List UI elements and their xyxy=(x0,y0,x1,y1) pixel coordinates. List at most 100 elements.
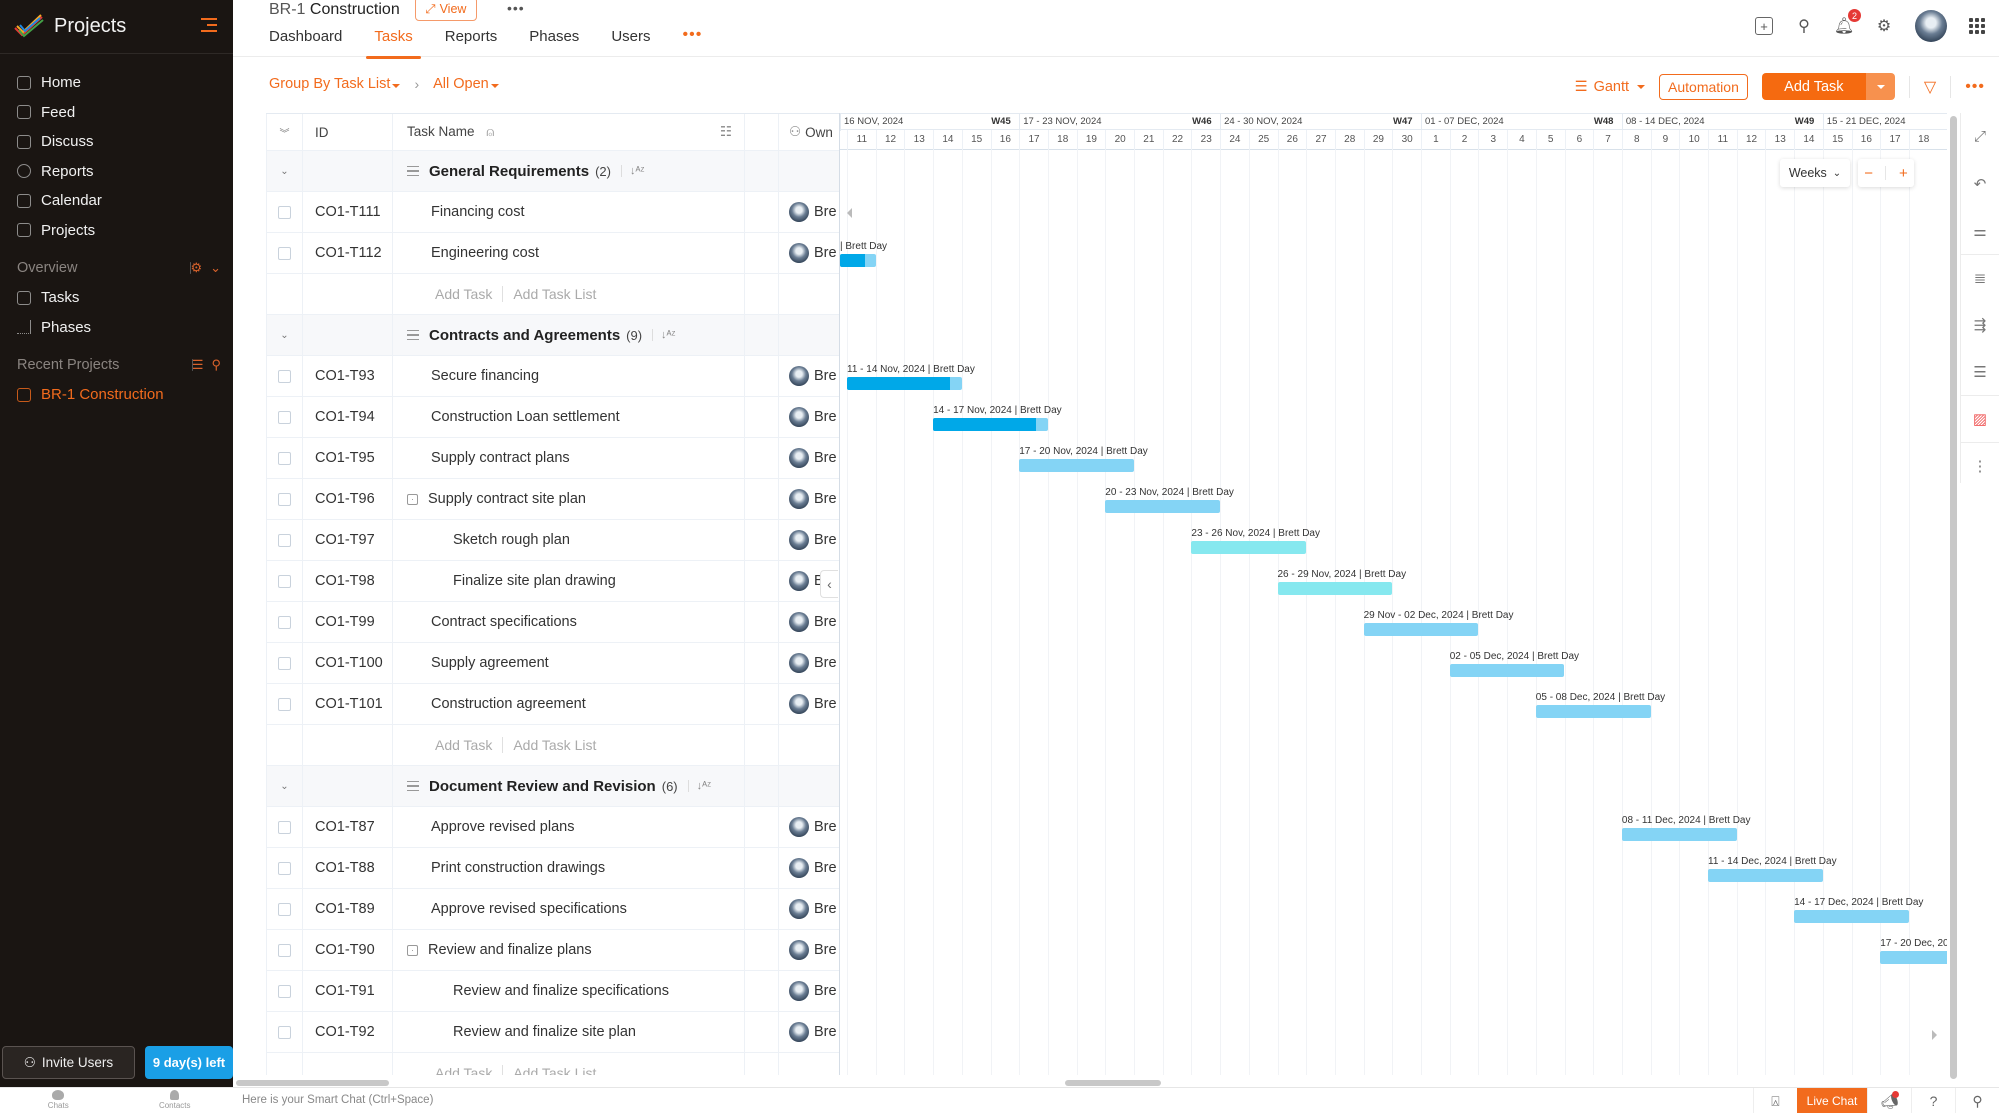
nav-discuss[interactable]: Discuss xyxy=(0,127,233,157)
nav-feed[interactable]: Feed xyxy=(0,98,233,128)
sort-az-icon[interactable]: ↓ᴬᶻ xyxy=(620,165,644,177)
owner-cell[interactable]: Bre xyxy=(779,397,839,437)
gantt-task-bar[interactable] xyxy=(1019,459,1134,472)
task-name[interactable]: Review and finalize plans xyxy=(428,942,592,958)
owner-cell[interactable]: Bre xyxy=(779,848,839,888)
task-list-group-row[interactable]: ⌄ Document Review and Revision (6) ↓ᴬᶻ xyxy=(266,766,839,807)
row-checkbox[interactable] xyxy=(278,205,291,219)
expand-subtasks-icon[interactable]: · xyxy=(407,493,418,505)
vertical-scrollbar[interactable] xyxy=(1950,116,1957,1079)
view-button[interactable]: ⤢ View xyxy=(415,0,477,21)
owner-cell[interactable]: Bre xyxy=(779,602,839,642)
gantt-task-bar[interactable] xyxy=(1277,582,1393,595)
row-checkbox[interactable] xyxy=(278,369,291,383)
row-checkbox[interactable] xyxy=(278,656,291,670)
task-name[interactable]: Review and finalize specifications xyxy=(453,983,669,999)
today-calendar-icon[interactable]: ▨ xyxy=(1961,395,1999,442)
gantt-task-bar[interactable] xyxy=(1535,705,1651,718)
task-name[interactable]: Financing cost xyxy=(431,204,525,220)
gantt-task-bar[interactable] xyxy=(933,418,1048,431)
tab-reports[interactable]: Reports xyxy=(445,28,498,57)
row-checkbox[interactable] xyxy=(278,574,291,588)
search-icon[interactable]: ⚲ xyxy=(1795,17,1813,35)
owner-cell[interactable]: Bre xyxy=(779,233,839,273)
table-row[interactable]: CO1-T101 Construction agreement Bre xyxy=(266,684,839,725)
table-row[interactable]: CO1-T100 Supply agreement Bre xyxy=(266,643,839,684)
add-task-list-link[interactable]: Add Task List xyxy=(513,286,596,302)
gantt-task-bar[interactable] xyxy=(847,377,962,390)
owner-cell[interactable]: Bre xyxy=(779,1012,839,1052)
row-checkbox[interactable] xyxy=(278,410,291,424)
automation-button[interactable]: Automation xyxy=(1659,73,1748,100)
task-name[interactable]: Construction Loan settlement xyxy=(431,409,620,425)
chevron-down-icon[interactable]: ⌄ xyxy=(210,260,221,276)
task-list-group-row[interactable]: ⌄ General Requirements (2) ↓ᴬᶻ xyxy=(266,151,839,192)
gantt-task-bar[interactable] xyxy=(1363,623,1479,636)
column-header-owner[interactable]: ⚇ Own xyxy=(779,114,839,150)
row-checkbox[interactable] xyxy=(278,1025,291,1039)
nav-reports[interactable]: Reports xyxy=(0,157,233,187)
group-by-dropdown[interactable]: Group By Task List xyxy=(269,76,401,92)
filter-sliders-icon[interactable]: ☰ xyxy=(192,357,204,373)
view-mode-dropdown[interactable]: ☰ Gantt xyxy=(1575,79,1646,95)
timescale-dropdown[interactable]: Weeks ⌄ xyxy=(1780,159,1850,187)
gantt-task-bar[interactable] xyxy=(1105,500,1221,513)
task-name[interactable]: Approve revised plans xyxy=(431,819,574,835)
row-checkbox[interactable] xyxy=(278,492,291,506)
owner-cell[interactable]: Bre xyxy=(779,930,839,970)
row-checkbox[interactable] xyxy=(278,533,291,547)
settings-sliders-icon[interactable]: ⚌ xyxy=(1961,207,1999,254)
task-name[interactable]: Finalize site plan drawing xyxy=(453,573,616,589)
owner-cell[interactable]: Bre xyxy=(779,971,839,1011)
add-task-list-link[interactable]: Add Task List xyxy=(513,737,596,753)
table-row[interactable]: CO1-T91 Review and finalize specificatio… xyxy=(266,971,839,1012)
task-name[interactable]: Contract specifications xyxy=(431,614,577,630)
row-checkbox[interactable] xyxy=(278,943,291,957)
task-name[interactable]: Approve revised specifications xyxy=(431,901,627,917)
group-name[interactable]: General Requirements xyxy=(429,163,589,180)
gantt-task-bar[interactable] xyxy=(1621,828,1737,841)
row-checkbox[interactable] xyxy=(278,820,291,834)
owner-cell[interactable]: Bre xyxy=(779,438,839,478)
owner-cell[interactable]: Bre xyxy=(779,479,839,519)
owner-cell[interactable]: Bre xyxy=(779,643,839,683)
collapse-all-icon[interactable]: ︾ xyxy=(266,114,303,150)
owner-cell[interactable]: Bre xyxy=(779,520,839,560)
table-row[interactable]: CO1-T94 Construction Loan settlement Bre xyxy=(266,397,839,438)
quick-add-icon[interactable]: + xyxy=(1755,17,1773,35)
task-name[interactable]: Construction agreement xyxy=(431,696,586,712)
table-row[interactable]: CO1-T111 Financing cost Bre xyxy=(266,192,839,233)
table-row[interactable]: CO1-T88 Print construction drawings Bre xyxy=(266,848,839,889)
trial-days-left-button[interactable]: 9 day(s) left xyxy=(145,1046,233,1079)
scroll-right-arrow-icon[interactable] xyxy=(1932,1030,1937,1040)
column-header-task-name[interactable]: Task Name ⍝ ☷ xyxy=(393,114,745,150)
add-task-button[interactable]: Add Task xyxy=(1761,73,1866,100)
gantt-task-bar[interactable] xyxy=(840,254,876,267)
tab-tasks[interactable]: Tasks xyxy=(366,28,422,59)
project-more-icon[interactable]: ••• xyxy=(507,0,525,16)
gantt-task-bar[interactable] xyxy=(1708,869,1823,882)
filter-icon[interactable]: ▽ xyxy=(1924,77,1936,97)
table-row[interactable]: CO1-T89 Approve revised specifications B… xyxy=(266,889,839,930)
task-name[interactable]: Engineering cost xyxy=(431,245,539,261)
nav-phases[interactable]: Phases xyxy=(0,313,233,343)
view-filter-dropdown[interactable]: All Open xyxy=(433,76,499,92)
add-task-link[interactable]: Add Task xyxy=(435,737,492,753)
collapse-group-icon[interactable]: ⌄ xyxy=(266,151,303,191)
table-row[interactable]: CO1-T96 · Supply contract site plan Bre xyxy=(266,479,839,520)
gantt-task-bar[interactable] xyxy=(1191,541,1307,554)
user-avatar[interactable] xyxy=(1915,10,1947,42)
settings-gear-icon[interactable]: ⚙ xyxy=(1875,17,1893,35)
sort-az-icon[interactable]: ↓ᴬᶻ xyxy=(652,329,675,341)
task-name[interactable]: Print construction drawings xyxy=(431,860,605,876)
collapse-group-icon[interactable]: ⌄ xyxy=(266,766,303,806)
live-chat-button[interactable]: Live Chat xyxy=(1797,1088,1867,1113)
table-horizontal-scrollbar[interactable] xyxy=(236,1080,389,1086)
row-checkbox[interactable] xyxy=(278,984,291,998)
search-zoom-icon[interactable]: ⚲ xyxy=(1955,1088,1999,1113)
add-task-link[interactable]: Add Task xyxy=(435,286,492,302)
fullscreen-icon[interactable]: ⤢ xyxy=(1961,113,1999,160)
column-header-id[interactable]: ID xyxy=(303,114,393,150)
search-icon[interactable]: ⚲ xyxy=(211,357,221,373)
gantt-task-bar[interactable] xyxy=(1794,910,1909,923)
